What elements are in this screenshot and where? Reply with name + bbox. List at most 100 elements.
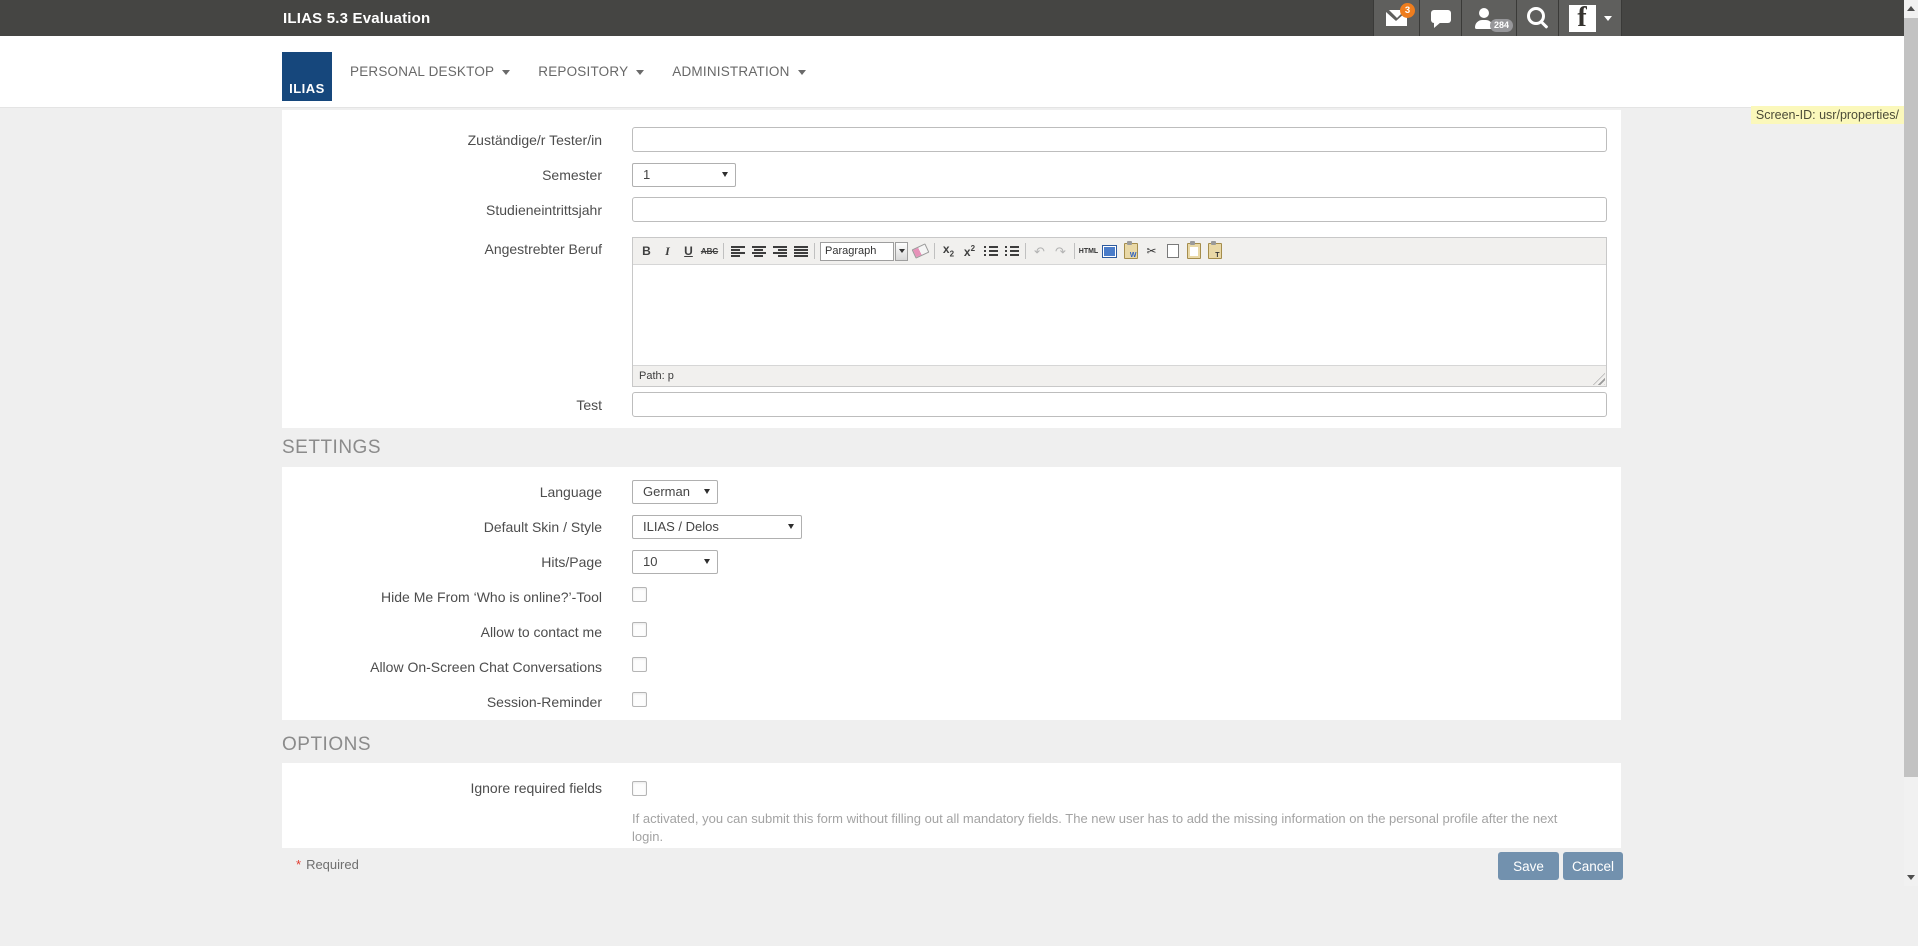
- bold-icon: B: [642, 245, 651, 257]
- vertical-scrollbar[interactable]: [1904, 0, 1918, 886]
- nav-item-repository[interactable]: REPOSITORY: [538, 64, 644, 79]
- ignore-required-fields-checkbox[interactable]: [632, 781, 647, 796]
- users-button[interactable]: 284: [1461, 0, 1516, 36]
- save-button[interactable]: Save: [1498, 852, 1559, 880]
- html-source-button[interactable]: HTML: [1078, 241, 1099, 261]
- unordered-list-button[interactable]: [980, 241, 1001, 261]
- test-input[interactable]: [632, 392, 1607, 417]
- field-angestrebter-beruf: B IUABC Paragraph x2x2 ↶↷ HTML ✂ Path: p: [632, 227, 1607, 387]
- align-center-icon: [752, 246, 766, 257]
- ordered-list-button[interactable]: [1001, 241, 1022, 261]
- editor-resize-grip[interactable]: [1593, 373, 1605, 385]
- paste-word-button[interactable]: [1120, 241, 1141, 261]
- field-label-allow-on-screen-chat-conversations: Allow On-Screen Chat Conversations: [282, 659, 602, 675]
- editor-statusbar: Path: p: [633, 365, 1606, 386]
- unordered-list-icon: [984, 246, 998, 257]
- form-row: Zuständige/r Tester/in: [282, 122, 1621, 157]
- section-heading-options: OPTIONS: [282, 734, 371, 756]
- ilias-logo[interactable]: ILIAS: [282, 52, 332, 101]
- redo-button[interactable]: ↷: [1050, 241, 1071, 261]
- underline-button[interactable]: U: [678, 241, 699, 261]
- cancel-button[interactable]: Cancel: [1563, 852, 1623, 880]
- hide-me-from-who-is-online-tool-checkbox[interactable]: [632, 587, 647, 602]
- profile-avatar: f: [1569, 5, 1596, 32]
- default-skin-style-select[interactable]: ILIAS / Delos: [632, 515, 802, 539]
- fullscreen-icon: [1102, 245, 1117, 258]
- form-row: Hide Me From ‘Who is online?’-Tool: [282, 579, 1621, 614]
- profile-button[interactable]: f: [1558, 0, 1622, 36]
- superscript-button[interactable]: x2: [959, 241, 980, 261]
- topbar-buttons: 3 284 f: [1373, 0, 1622, 36]
- align-right-icon: [773, 246, 787, 257]
- allow-to-contact-me-checkbox[interactable]: [632, 622, 647, 637]
- form-row: Ignore required fieldsIf activated, you …: [282, 770, 1621, 846]
- search-button[interactable]: [1516, 0, 1558, 36]
- remove-format-button[interactable]: [910, 241, 931, 261]
- field-session-reminder: [632, 692, 1607, 712]
- selected-value: ILIAS / Delos: [643, 519, 719, 534]
- cut-button[interactable]: ✂: [1141, 241, 1162, 261]
- bold-button[interactable]: B: [636, 241, 657, 261]
- hits-page-select[interactable]: 10: [632, 550, 718, 574]
- editor-toolbar: B IUABC Paragraph x2x2 ↶↷ HTML ✂: [633, 238, 1606, 265]
- form-row: Hits/Page10: [282, 544, 1621, 579]
- top-bar: ILIAS 5.3 Evaluation 3284f: [0, 0, 1918, 36]
- field-allow-on-screen-chat-conversations: [632, 657, 1607, 677]
- studieneintrittsjahr-input[interactable]: [632, 197, 1607, 222]
- field-semester: 1: [632, 163, 1607, 187]
- scrollbar-thumb[interactable]: [1904, 18, 1918, 777]
- paragraph-style-caret[interactable]: [895, 242, 908, 261]
- profile-caret-icon: [1604, 16, 1612, 21]
- users-badge: 284: [1490, 19, 1513, 32]
- field-label-test: Test: [282, 397, 602, 413]
- nav-item-administration[interactable]: ADMINISTRATION: [672, 64, 805, 79]
- selected-value: German: [643, 484, 690, 499]
- field-hits-page: 10: [632, 550, 1607, 574]
- paste-word-icon: [1124, 243, 1138, 259]
- editor-content[interactable]: [633, 265, 1606, 365]
- selected-value: 1: [643, 167, 650, 182]
- strikethrough-button[interactable]: ABC: [699, 241, 720, 261]
- chevron-down-icon: [798, 70, 806, 75]
- paragraph-style-select[interactable]: Paragraph: [820, 242, 894, 261]
- field-label-default-skin-style: Default Skin / Style: [282, 519, 602, 535]
- paste-button[interactable]: [1183, 241, 1204, 261]
- form-section-panel: Ignore required fieldsIf activated, you …: [282, 763, 1621, 848]
- language-select[interactable]: German: [632, 480, 718, 504]
- field-language: German: [632, 480, 1607, 504]
- align-left-icon: [731, 246, 745, 257]
- align-right-button[interactable]: [769, 241, 790, 261]
- italic-icon: I: [665, 245, 670, 257]
- fullscreen-button[interactable]: [1099, 241, 1120, 261]
- toolbar-separator: [1074, 243, 1075, 259]
- richtext-editor: B IUABC Paragraph x2x2 ↶↷ HTML ✂ Path: p: [632, 237, 1607, 387]
- field-label-hide-me-from-who-is-online-tool: Hide Me From ‘Who is online?’-Tool: [282, 589, 602, 605]
- paste-text-button[interactable]: [1204, 241, 1225, 261]
- align-justify-button[interactable]: [790, 241, 811, 261]
- mail-button[interactable]: 3: [1373, 0, 1419, 36]
- scroll-down-icon[interactable]: [1907, 875, 1915, 880]
- align-left-button[interactable]: [727, 241, 748, 261]
- semester-select[interactable]: 1: [632, 163, 736, 187]
- zust-ndige-r-tester-in-input[interactable]: [632, 127, 1607, 152]
- chat-button[interactable]: [1419, 0, 1461, 36]
- chevron-down-icon: [502, 70, 510, 75]
- allow-on-screen-chat-conversations-checkbox[interactable]: [632, 657, 647, 672]
- scroll-up-icon[interactable]: [1907, 6, 1915, 11]
- chat-icon: [1431, 10, 1451, 23]
- copy-button[interactable]: [1162, 241, 1183, 261]
- align-center-button[interactable]: [748, 241, 769, 261]
- nav-item-label: PERSONAL DESKTOP: [350, 64, 494, 79]
- toolbar-separator: [814, 243, 815, 259]
- subscript-button[interactable]: x2: [938, 241, 959, 261]
- screen-id-badge: Screen-ID: usr/properties/: [1751, 106, 1904, 124]
- cut-icon: ✂: [1146, 245, 1156, 257]
- italic-button[interactable]: I: [657, 241, 678, 261]
- session-reminder-checkbox[interactable]: [632, 692, 647, 707]
- nav-item-label: ADMINISTRATION: [672, 64, 789, 79]
- paragraph-style-value: Paragraph: [825, 245, 876, 257]
- html-source-icon: HTML: [1079, 248, 1098, 255]
- undo-button[interactable]: ↶: [1029, 241, 1050, 261]
- form-row: Angestrebter BerufBIUABCParagraphx2x2↶↷H…: [282, 227, 1621, 387]
- nav-item-personal-desktop[interactable]: PERSONAL DESKTOP: [350, 64, 510, 79]
